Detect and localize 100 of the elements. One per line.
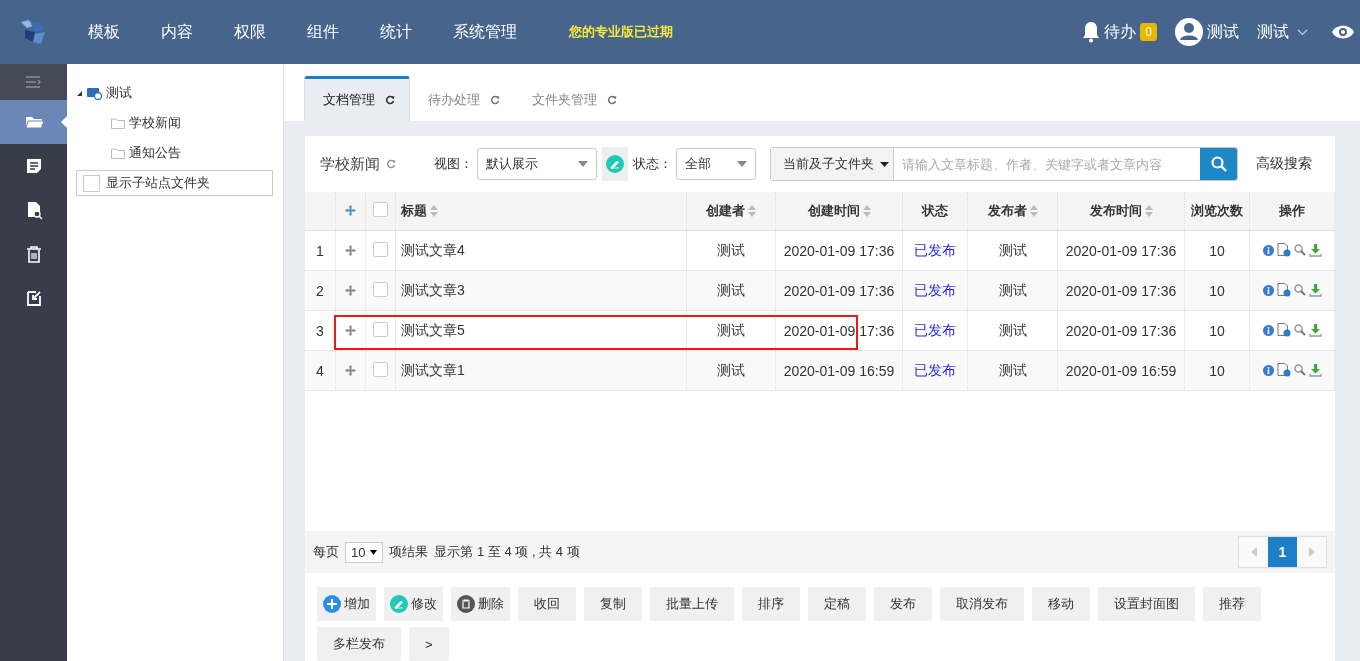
chevron-down-icon[interactable] [1297, 28, 1308, 36]
action-button[interactable]: 排序 [742, 587, 800, 621]
page-button[interactable]: 1 [1268, 537, 1297, 567]
menu-icon[interactable] [25, 76, 42, 88]
action-button[interactable]: 收回 [518, 587, 576, 621]
table-cell: 2020-01-09 17:36 [775, 230, 903, 271]
action-button[interactable]: 增加 [317, 587, 376, 621]
action-button[interactable]: 修改 [384, 587, 443, 621]
export-icon[interactable] [24, 289, 43, 307]
row-checkbox[interactable] [373, 361, 388, 377]
action-button[interactable]: 发布 [874, 587, 932, 621]
row-checkbox[interactable] [373, 281, 388, 297]
user-name[interactable]: 测试 [1207, 21, 1239, 43]
download-icon[interactable] [1308, 323, 1322, 337]
row-checkbox[interactable] [373, 321, 388, 337]
column-header: 操作 [1279, 202, 1305, 220]
avatar-icon[interactable] [1175, 18, 1203, 46]
search-icon[interactable] [1293, 284, 1306, 296]
nav-item[interactable]: 内容 [140, 21, 213, 43]
action-button[interactable]: 批量上传 [650, 587, 734, 621]
refresh-icon[interactable] [385, 95, 395, 105]
todo-link[interactable]: 待办 [1104, 21, 1137, 43]
nav-item[interactable]: 系统管理 [432, 21, 537, 43]
column-header[interactable]: 创建者 [706, 202, 745, 220]
nav-item[interactable]: 组件 [286, 21, 359, 43]
tab[interactable]: 文档管理 [304, 76, 410, 121]
search-icon[interactable] [1293, 244, 1306, 256]
caret-icon[interactable] [370, 549, 378, 555]
checkbox[interactable] [83, 174, 100, 192]
folder-icon [111, 117, 125, 129]
tree-node[interactable]: 测试 [106, 84, 132, 102]
search-field[interactable]: 当前及子文件夹 请输入文章标题、作者、关键字或者文章内容 [770, 147, 1238, 181]
action-button[interactable]: 推荐 [1203, 587, 1261, 621]
trash-icon [457, 595, 475, 613]
download-icon[interactable] [1308, 363, 1322, 377]
search-icon[interactable] [1293, 324, 1306, 336]
move-icon[interactable] [345, 244, 356, 256]
move-icon[interactable] [345, 324, 356, 336]
nav-item[interactable]: 模板 [67, 21, 140, 43]
view-dropdown[interactable]: 默认展示 [477, 148, 597, 180]
action-button[interactable]: 取消发布 [940, 587, 1024, 621]
search-button[interactable] [1200, 148, 1237, 180]
tree-node[interactable]: 通知公告 [129, 144, 181, 162]
table-cell: 测试 [686, 230, 776, 271]
expanded-caret-icon[interactable] [76, 89, 83, 97]
action-button[interactable]: 多栏发布 [317, 627, 401, 661]
row-number: 1 [305, 230, 336, 271]
user-menu[interactable]: 测试 [1257, 21, 1289, 43]
document-icon[interactable] [24, 157, 43, 175]
move-icon[interactable] [345, 204, 356, 216]
info-icon[interactable] [1262, 244, 1274, 256]
column-header[interactable]: 创建时间 [807, 202, 860, 220]
table-cell: 10 [1184, 230, 1250, 271]
info-icon[interactable] [1262, 284, 1274, 296]
nav-item[interactable]: 权限 [213, 21, 286, 43]
row-checkbox[interactable] [373, 241, 388, 257]
column-header[interactable]: 标题 [401, 202, 427, 220]
move-icon[interactable] [345, 364, 356, 376]
add-icon [323, 595, 341, 613]
search-icon[interactable] [1210, 156, 1227, 172]
status-dropdown[interactable]: 全部 [676, 148, 756, 180]
page-size-dropdown[interactable]: 10 [345, 541, 384, 563]
status-link[interactable]: 已发布 [914, 241, 956, 258]
table-cell: 2020-01-09 17:36 [775, 310, 903, 351]
search-icon[interactable] [1293, 364, 1306, 376]
action-button[interactable]: 定稿 [808, 587, 866, 621]
edit-icon[interactable] [606, 155, 624, 173]
nav-item[interactable]: 统计 [359, 21, 432, 43]
info-icon[interactable] [1262, 324, 1274, 336]
document-globe-icon[interactable] [1276, 323, 1291, 337]
trash-icon[interactable] [24, 245, 43, 263]
title-cell[interactable]: 测试文章5 [395, 310, 687, 351]
status-link[interactable]: 已发布 [914, 321, 956, 338]
eye-icon[interactable] [1332, 25, 1354, 39]
table-cell: 测试 [967, 270, 1058, 311]
document-globe-icon[interactable] [1276, 363, 1291, 377]
tab[interactable]: 文件夹管理 [514, 76, 631, 121]
advanced-search-link[interactable]: 高级搜索 [1256, 155, 1312, 173]
bell-icon[interactable] [1082, 21, 1101, 43]
folder-icon [111, 147, 125, 159]
document-globe-icon[interactable] [1276, 243, 1291, 257]
tree-node[interactable]: 学校新闻 [129, 114, 181, 132]
title-cell[interactable]: 测试文章3 [395, 270, 687, 311]
move-icon[interactable] [345, 284, 356, 296]
info-icon[interactable] [1262, 364, 1274, 376]
download-icon[interactable] [1308, 283, 1322, 297]
document-globe-icon[interactable] [1276, 283, 1291, 297]
tab[interactable]: 待办处理 [410, 76, 514, 121]
select-all-checkbox[interactable] [373, 202, 388, 217]
title-cell[interactable]: 测试文章4 [395, 230, 687, 271]
caret-icon[interactable] [880, 161, 889, 167]
download-icon[interactable] [1308, 243, 1322, 257]
action-button[interactable]: 移动 [1032, 587, 1090, 621]
action-button[interactable]: 删除 [451, 587, 510, 621]
action-button[interactable]: 设置封面图 [1098, 587, 1195, 621]
action-button[interactable]: > [409, 627, 449, 661]
column-header[interactable]: 发布时间 [1089, 202, 1142, 220]
action-button[interactable]: 复制 [584, 587, 642, 621]
title-cell[interactable]: 测试文章1 [395, 350, 687, 391]
scope-dropdown[interactable]: 当前及子文件夹 [771, 148, 894, 180]
